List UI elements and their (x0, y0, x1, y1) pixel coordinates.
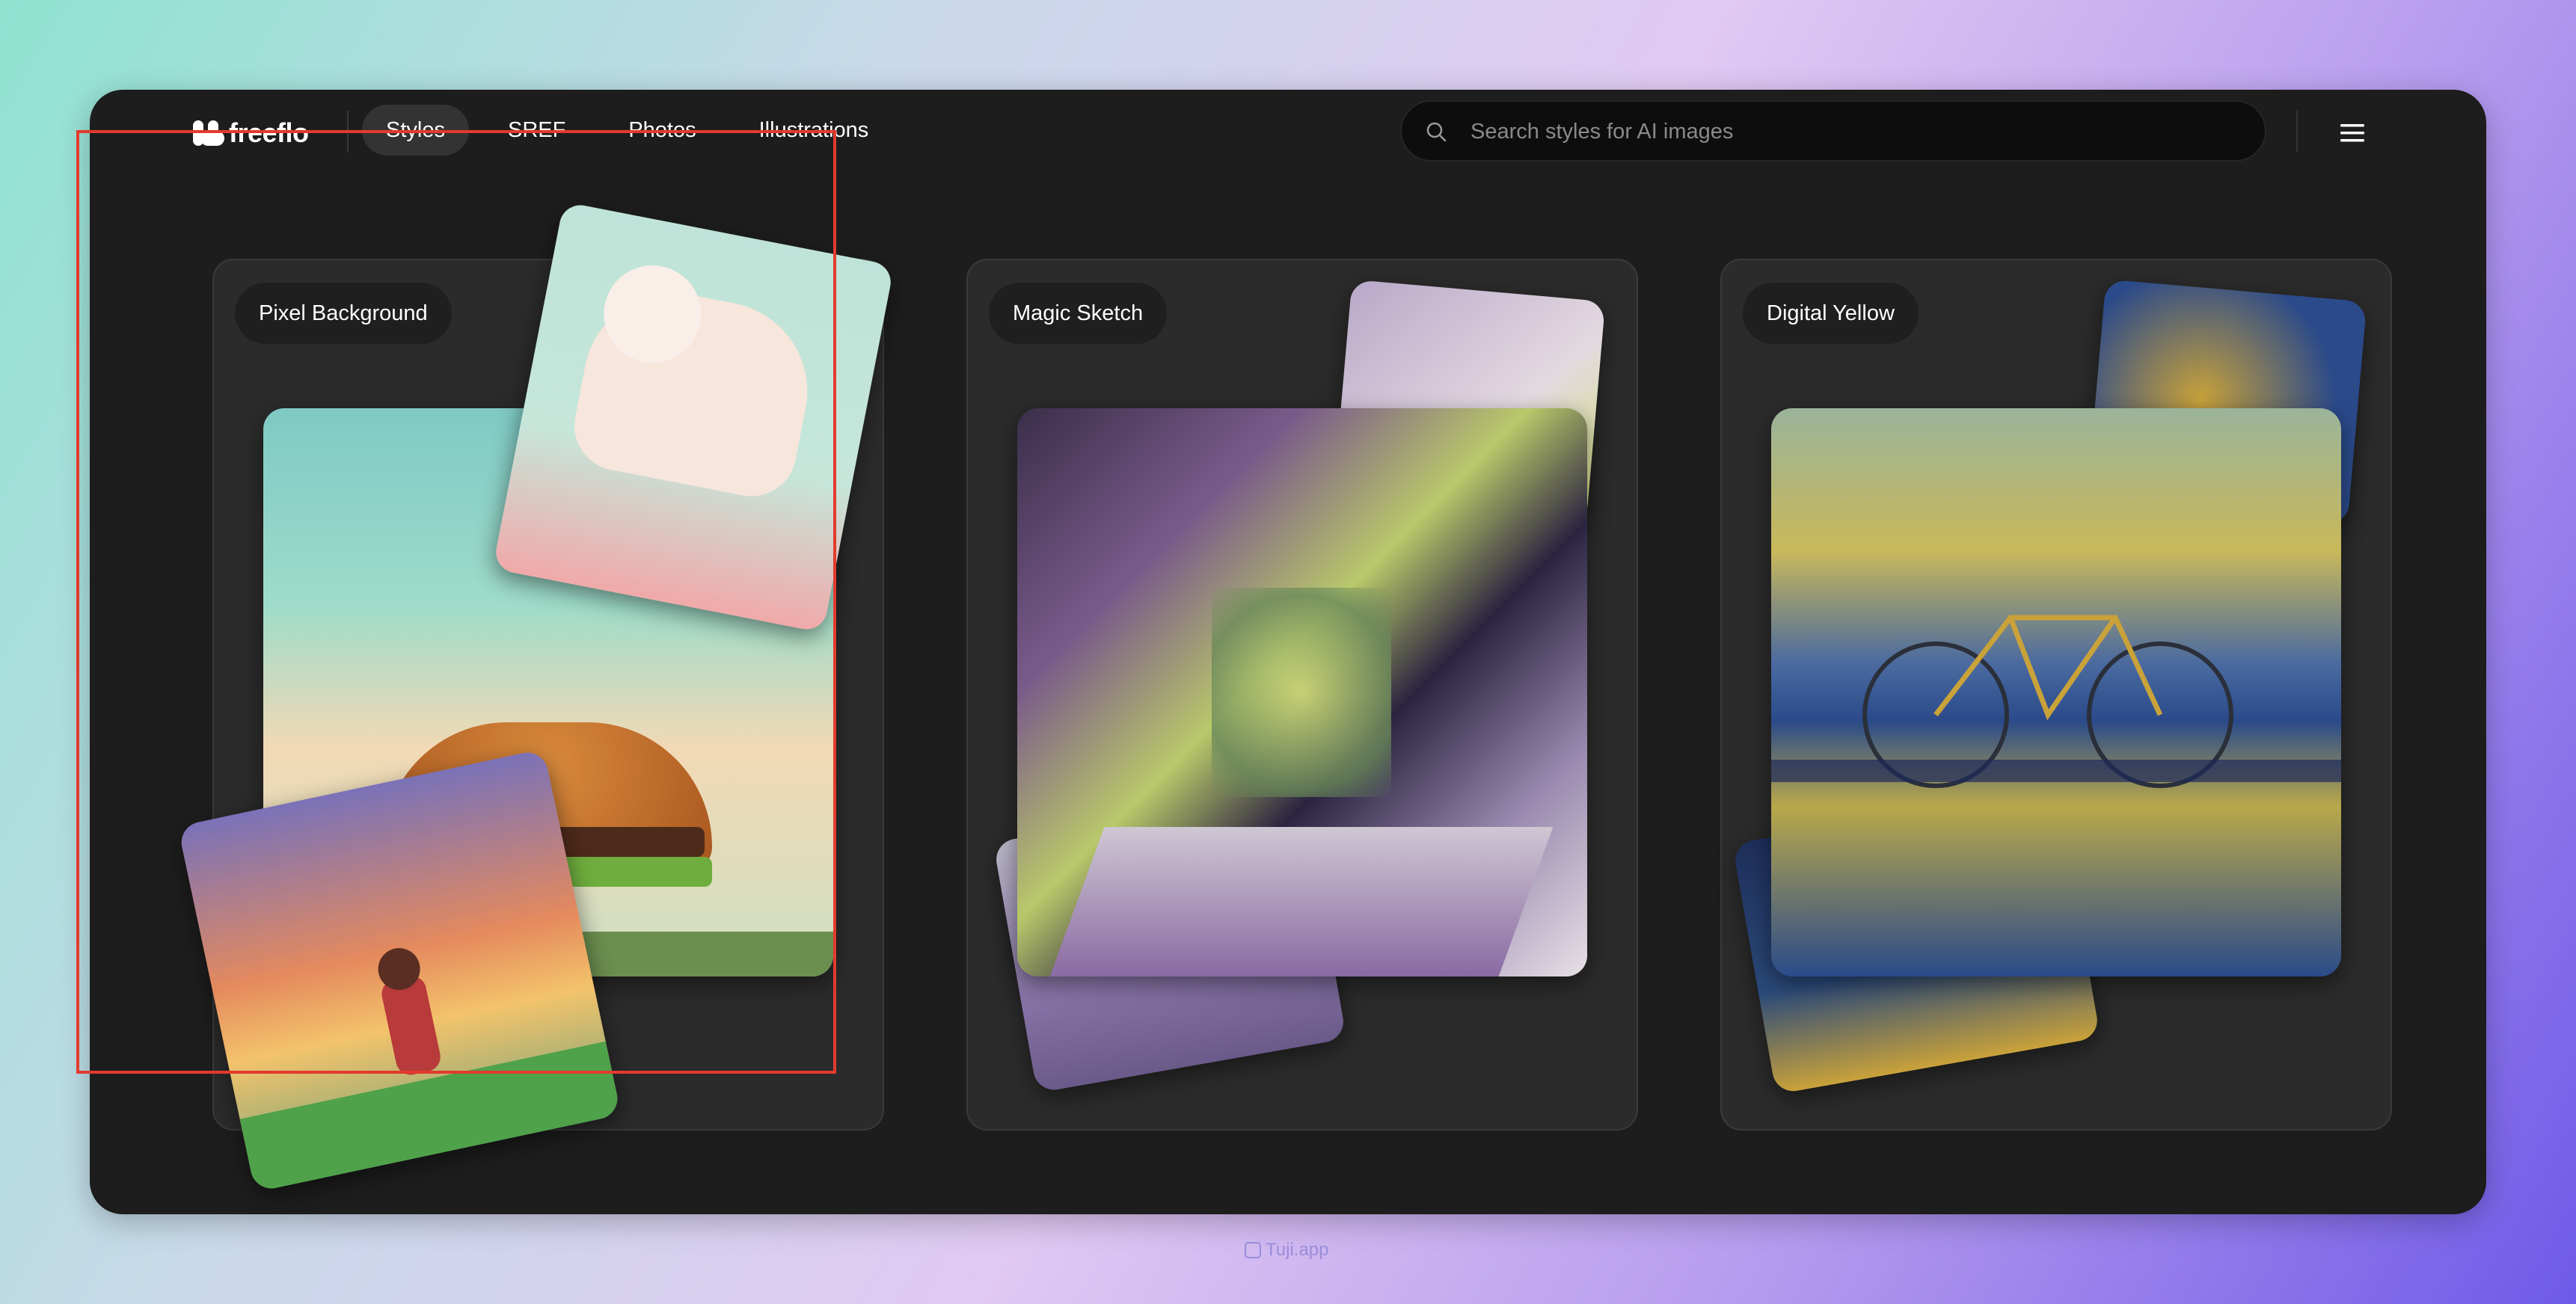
style-preview-main-image (1771, 408, 2341, 977)
style-card-digital-yellow[interactable]: Digital Yellow (1720, 259, 2392, 1131)
nav-divider (347, 111, 349, 153)
tab-sref[interactable]: SREF (484, 105, 589, 156)
tuji-logo-icon (1245, 1242, 1261, 1258)
search-icon (1426, 122, 1447, 142)
card-label: Digital Yellow (1743, 283, 1919, 344)
style-card-pixel-background[interactable]: Pixel Background (177, 201, 895, 1193)
tab-styles[interactable]: Styles (362, 105, 469, 156)
watermark: Tuji.app (1245, 1240, 1329, 1261)
tab-illustrations[interactable]: Illustrations (735, 105, 893, 156)
search-bar[interactable] (1400, 100, 2266, 162)
tab-photos[interactable]: Photos (604, 105, 720, 156)
style-preview-boy-image (177, 748, 622, 1193)
watermark-text: Tuji.app (1266, 1240, 1329, 1260)
nav-divider-right (2296, 111, 2298, 153)
brand-name: freeflo (229, 117, 309, 148)
card-label: Pixel Background (235, 283, 452, 344)
nav-tabs: Styles SREF Photos Illustrations (362, 105, 892, 156)
top-nav: freeflo Styles SREF Photos Illustrations (90, 90, 2486, 176)
style-card-magic-sketch[interactable]: Magic Sketch (966, 259, 1638, 1131)
freeflo-logo-icon (193, 120, 224, 146)
brand-logo[interactable]: freeflo (193, 112, 309, 154)
style-preview-dog-image (492, 201, 895, 633)
menu-button[interactable] (2331, 112, 2374, 154)
card-label: Magic Sketch (989, 283, 1168, 344)
hamburger-menu-icon (2340, 124, 2364, 142)
app-window: freeflo Styles SREF Photos Illustrations (90, 90, 2486, 1214)
search-input[interactable] (1469, 102, 2250, 162)
style-preview-main-image (1017, 408, 1587, 977)
